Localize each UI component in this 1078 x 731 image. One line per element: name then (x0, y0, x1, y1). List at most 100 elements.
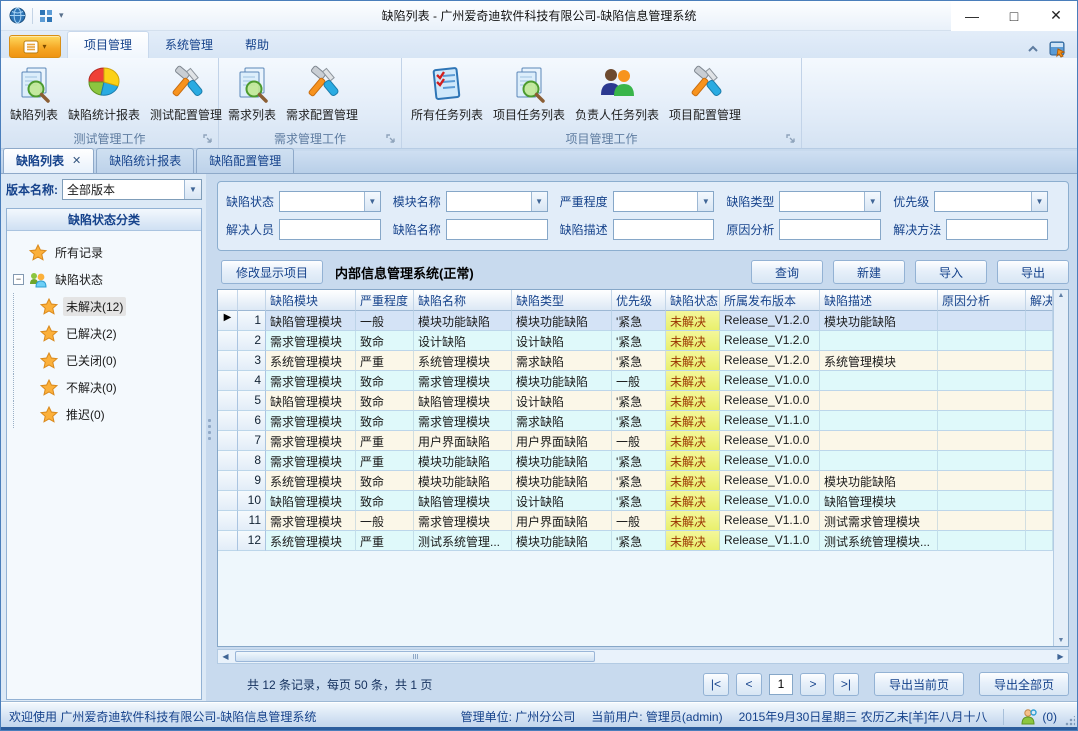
column-header-严重程度[interactable]: 严重程度 (356, 290, 414, 311)
filter-input-缺陷描述[interactable] (613, 219, 715, 240)
filter-field-value[interactable] (280, 192, 364, 211)
tree-item-缺陷状态[interactable]: −缺陷状态 (13, 266, 199, 293)
filter-field-value[interactable] (614, 192, 698, 211)
modify-display-button[interactable]: 修改显示项目 (221, 260, 323, 284)
doc-tab-缺陷统计报表[interactable]: 缺陷统计报表 (96, 148, 194, 173)
ribbon-button-缺陷列表[interactable]: 缺陷列表 (5, 62, 63, 125)
panel-splitter[interactable] (206, 174, 214, 702)
chevron-down-icon[interactable]: ▼ (531, 192, 547, 211)
table-row[interactable]: 8需求管理模块严重模块功能缺陷模块功能缺陷'紧急未解决Release_V1.0.… (218, 451, 1053, 471)
close-tab-icon[interactable]: ✕ (72, 154, 81, 167)
ribbon-button-缺陷统计报表[interactable]: 缺陷统计报表 (63, 62, 145, 125)
table-row[interactable]: 9系统管理模块致命模块功能缺陷模块功能缺陷'紧急未解决Release_V1.0.… (218, 471, 1053, 491)
ribbon-tab-帮助[interactable]: 帮助 (229, 32, 285, 58)
ribbon-button-需求列表[interactable]: 需求列表 (223, 62, 281, 125)
export-button[interactable]: 导出 (997, 260, 1069, 284)
filter-field-value[interactable] (614, 220, 714, 239)
column-header-优先级[interactable]: 优先级 (612, 290, 666, 311)
dialog-launcher-icon[interactable] (385, 133, 397, 145)
chevron-down-icon[interactable]: ▼ (1031, 192, 1047, 211)
filter-combo-缺陷状态[interactable]: ▼ (279, 191, 381, 212)
scroll-up-icon[interactable]: ▲ (1058, 292, 1065, 299)
column-header-缺陷模块[interactable]: 缺陷模块 (266, 290, 356, 311)
style-switch-icon[interactable] (1049, 40, 1067, 58)
chevron-down-icon[interactable]: ▾ (59, 10, 64, 21)
next-page-button[interactable]: > (800, 673, 826, 696)
table-row[interactable]: ▶1缺陷管理模块一般模块功能缺陷模块功能缺陷'紧急未解决Release_V1.2… (218, 311, 1053, 331)
column-header-原因分析[interactable]: 原因分析 (938, 290, 1026, 311)
dialog-launcher-icon[interactable] (202, 133, 214, 145)
filter-combo-缺陷类型[interactable]: ▼ (779, 191, 881, 212)
column-header-缺陷类型[interactable]: 缺陷类型 (512, 290, 612, 311)
ribbon-button-负责人任务列表[interactable]: 负责人任务列表 (570, 62, 664, 125)
table-row[interactable]: 11需求管理模块一般需求管理模块用户界面缺陷一般未解决Release_V1.1.… (218, 511, 1053, 531)
column-header-解决方法[interactable]: 解决方法 (1026, 290, 1053, 311)
tree-item-未解决(12)[interactable]: 未解决(12) (13, 293, 199, 320)
application-menu-button[interactable]: ▾ (9, 35, 61, 58)
ribbon-button-项目任务列表[interactable]: 项目任务列表 (488, 62, 570, 125)
table-row[interactable]: 10缺陷管理模块致命缺陷管理模块设计缺陷'紧急未解决Release_V1.0.0… (218, 491, 1053, 511)
filter-field-value[interactable] (780, 220, 880, 239)
filter-field-value[interactable] (947, 220, 1047, 239)
filter-field-value[interactable] (447, 192, 531, 211)
vertical-scrollbar[interactable]: ▲ ▼ (1053, 290, 1068, 646)
filter-field-value[interactable] (935, 192, 1031, 211)
tree-item-不解决(0)[interactable]: 不解决(0) (13, 374, 199, 401)
first-page-button[interactable]: |< (703, 673, 729, 696)
new-button[interactable]: 新建 (833, 260, 905, 284)
ribbon-button-测试配置管理[interactable]: 测试配置管理 (145, 62, 227, 125)
ribbon-button-项目配置管理[interactable]: 项目配置管理 (664, 62, 746, 125)
table-row[interactable]: 12系统管理模块严重测试系统管理...模块功能缺陷'紧急未解决Release_V… (218, 531, 1053, 551)
table-row[interactable]: 4需求管理模块致命需求管理模块模块功能缺陷一般未解决Release_V1.0.0 (218, 371, 1053, 391)
scrollbar-thumb[interactable] (235, 651, 595, 662)
filter-field-value[interactable] (280, 220, 380, 239)
table-row[interactable]: 2需求管理模块致命设计缺陷设计缺陷'紧急未解决Release_V1.2.0 (218, 331, 1053, 351)
ribbon-button-需求配置管理[interactable]: 需求配置管理 (281, 62, 363, 125)
maximize-button[interactable]: □ (993, 1, 1035, 31)
filter-combo-模块名称[interactable]: ▼ (446, 191, 548, 212)
chevron-down-icon[interactable]: ▼ (864, 192, 880, 211)
table-row[interactable]: 6需求管理模块致命需求管理模块需求缺陷'紧急未解决Release_V1.1.0 (218, 411, 1053, 431)
tree-expander-icon[interactable]: − (13, 274, 24, 285)
horizontal-scrollbar[interactable]: ◀ ▶ (217, 649, 1069, 664)
close-button[interactable]: ✕ (1035, 1, 1077, 31)
version-select[interactable]: 全部版本 ▼ (62, 179, 202, 200)
page-number-input[interactable] (769, 674, 793, 695)
filter-combo-优先级[interactable]: ▼ (934, 191, 1048, 212)
tree-item-已关闭(0)[interactable]: 已关闭(0) (13, 347, 199, 374)
resize-grip[interactable] (1065, 716, 1075, 726)
column-header-缺陷状态[interactable]: 缺陷状态 (666, 290, 720, 311)
last-page-button[interactable]: >| (833, 673, 859, 696)
table-row[interactable]: 3系统管理模块严重系统管理模块需求缺陷'紧急未解决Release_V1.2.0系… (218, 351, 1053, 371)
grid-icon[interactable] (39, 9, 53, 23)
column-header-缺陷描述[interactable]: 缺陷描述 (820, 290, 938, 311)
filter-input-原因分析[interactable] (779, 219, 881, 240)
dialog-launcher-icon[interactable] (785, 133, 797, 145)
import-button[interactable]: 导入 (915, 260, 987, 284)
minimize-button[interactable]: — (951, 1, 993, 31)
filter-input-缺陷名称[interactable] (446, 219, 548, 240)
tree-item-已解决(2)[interactable]: 已解决(2) (13, 320, 199, 347)
scroll-right-icon[interactable]: ▶ (1053, 650, 1068, 663)
ribbon-tab-项目管理[interactable]: 项目管理 (67, 31, 149, 58)
collapse-ribbon-icon[interactable] (1025, 41, 1041, 57)
filter-input-解决人员[interactable] (279, 219, 381, 240)
prev-page-button[interactable]: < (736, 673, 762, 696)
doc-tab-缺陷列表[interactable]: 缺陷列表✕ (3, 148, 94, 173)
column-header-缺陷名称[interactable]: 缺陷名称 (414, 290, 512, 311)
export-all-pages-button[interactable]: 导出全部页 (979, 672, 1069, 696)
table-row[interactable]: 5缺陷管理模块致命缺陷管理模块设计缺陷'紧急未解决Release_V1.0.0 (218, 391, 1053, 411)
export-current-page-button[interactable]: 导出当前页 (874, 672, 964, 696)
table-row[interactable]: 7需求管理模块严重用户界面缺陷用户界面缺陷一般未解决Release_V1.0.0 (218, 431, 1053, 451)
chevron-down-icon[interactable]: ▼ (697, 192, 713, 211)
doc-tab-缺陷配置管理[interactable]: 缺陷配置管理 (196, 148, 294, 173)
filter-field-value[interactable] (780, 192, 864, 211)
filter-combo-严重程度[interactable]: ▼ (613, 191, 715, 212)
ribbon-tab-系统管理[interactable]: 系统管理 (149, 32, 229, 58)
scroll-down-icon[interactable]: ▼ (1058, 637, 1065, 644)
query-button[interactable]: 查询 (751, 260, 823, 284)
filter-input-解决方法[interactable] (946, 219, 1048, 240)
column-header-所属发布版本[interactable]: 所属发布版本 (720, 290, 820, 311)
scroll-left-icon[interactable]: ◀ (218, 650, 233, 663)
chevron-down-icon[interactable]: ▼ (364, 192, 380, 211)
